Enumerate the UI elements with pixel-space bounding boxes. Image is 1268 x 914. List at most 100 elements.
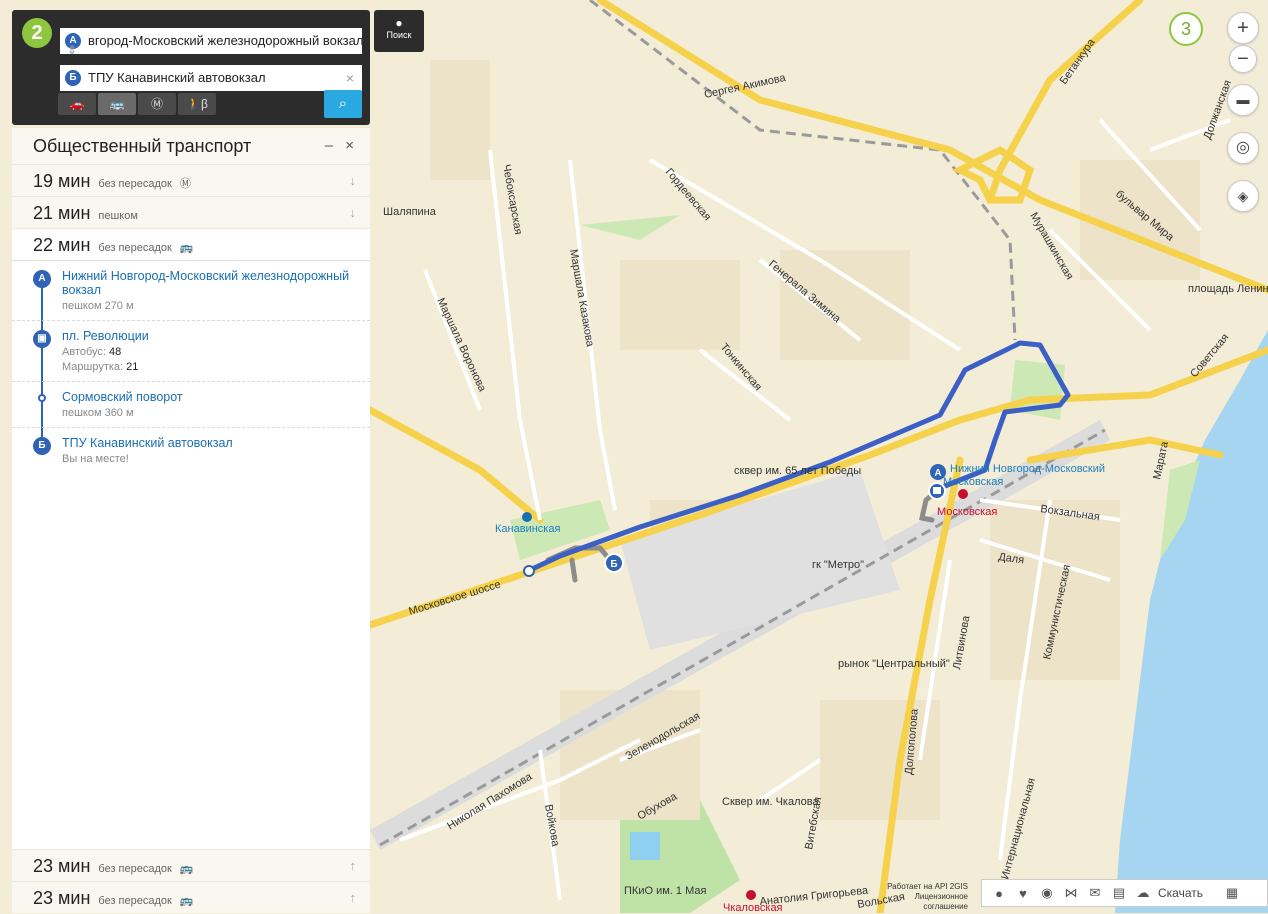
credit-line: Работает на API 2GIS — [887, 882, 968, 891]
step-title: Нижний Новгород-Московский железнодорожн… — [62, 269, 350, 297]
station-label: Чкаловская — [723, 902, 783, 913]
locate-button[interactable]: ◎ — [1227, 132, 1259, 164]
bus-stop-icon: ▣ — [33, 330, 51, 348]
cloud-download-icon[interactable]: ☁ — [1134, 885, 1152, 901]
route-step[interactable]: Б ТПУ Канавинский автовокзал Вы на месте… — [12, 428, 370, 473]
zoom-in-button[interactable]: + — [1227, 12, 1259, 44]
street-label: Сквер им. Чкалова — [722, 796, 819, 808]
panel-controls[interactable]: – × — [325, 137, 358, 154]
walk-icon: 🚶β — [186, 97, 208, 111]
user-icon[interactable]: ● — [990, 886, 1008, 901]
map-marker-b[interactable]: Б — [604, 553, 624, 573]
street-label: сквер им. 65 лет Победы — [734, 465, 861, 477]
layers-icon: ◈ — [1237, 188, 1249, 204]
step-title: пл. Революции — [62, 329, 149, 343]
zoom-out-button[interactable]: − — [1229, 45, 1257, 73]
bus-icon: 🚌 — [179, 242, 194, 254]
bus-icon: 🚌 — [109, 97, 125, 111]
mode-car-button[interactable]: 🚗 — [58, 93, 96, 115]
route-time: 21 мин — [33, 203, 91, 223]
car-icon: 🚗 — [69, 97, 85, 111]
station-label: Нижний Новгород-Московский — [950, 463, 1105, 475]
search-route-button[interactable]: ⌕ — [324, 90, 362, 118]
route-note: без пересадок — [98, 242, 172, 254]
layers-button[interactable]: ◈ — [1227, 180, 1259, 212]
download-button[interactable]: Скачать — [1158, 886, 1203, 900]
from-field[interactable]: А вгород-Московский железнодорожный вокз… — [60, 28, 362, 54]
route-option-selected[interactable]: 22 мин без пересадок 🚌 — [12, 228, 370, 260]
marker-b-icon: Б — [65, 70, 81, 86]
street-label: рынок "Центральный" — [838, 658, 950, 670]
to-field-value: ТПУ Канавинский автовокзал — [88, 70, 266, 85]
route-option[interactable]: 19 мин без пересадок Ⓜ ↓ — [12, 164, 370, 196]
print-icon[interactable]: ▤ — [1110, 885, 1128, 901]
pin-icon: ● — [395, 16, 403, 30]
to-field[interactable]: Б ТПУ Канавинский автовокзал × — [60, 65, 362, 91]
mode-bus-button[interactable]: 🚌 — [98, 93, 136, 115]
station-label: Канавинская — [495, 523, 560, 535]
target-icon: ◎ — [1236, 139, 1250, 156]
step-subtitle: пешком 360 м — [62, 407, 134, 419]
license-link[interactable]: Лицензионное соглашение — [868, 892, 968, 912]
route-steps: А Нижний Новгород-Московский железнодоро… — [12, 260, 370, 473]
expand-arrow-icon[interactable]: ↓ — [350, 173, 357, 188]
clear-icon[interactable]: × — [346, 65, 354, 91]
more-routes: 23 мин без пересадок 🚌 ↑ 23 мин без пере… — [12, 849, 370, 913]
expand-arrow-icon[interactable]: ↓ — [350, 205, 357, 220]
plus-icon: + — [1237, 17, 1249, 39]
svg-text:А: А — [934, 468, 941, 479]
route-step[interactable]: ▣ пл. Революции Автобус: 48 Маршрутка: 2… — [12, 321, 370, 382]
search-icon: ⌕ — [338, 95, 348, 112]
step-subtitle: пешком 270 м — [62, 300, 134, 312]
2gis-logo[interactable]: 2 — [22, 18, 52, 48]
step-title: Сормовский поворот — [62, 390, 183, 404]
metro-icon — [522, 512, 532, 522]
route-option[interactable]: 21 мин пешком ↓ — [12, 196, 370, 228]
search-button-label: Поиск — [386, 30, 412, 40]
step-bus-line: Автобус: 48 — [62, 346, 122, 358]
metro-icon — [958, 489, 968, 499]
mode-walk-button[interactable]: 🚶β — [178, 93, 216, 115]
ruler-button[interactable]: ▬ — [1227, 84, 1259, 116]
route-search-box: 2 А вгород-Московский железнодорожный во… — [12, 10, 370, 125]
ruler-icon: ▬ — [1236, 92, 1250, 107]
route-time: 23 мин — [33, 856, 91, 876]
waypoint-dot-icon — [38, 394, 46, 402]
mail-icon[interactable]: ✉ — [1086, 885, 1104, 901]
metro-icon — [746, 890, 756, 900]
zoom-level-badge: 3 — [1169, 12, 1203, 46]
street-label: площадь Ленина — [1188, 283, 1268, 295]
comment-icon[interactable]: ◉ — [1038, 885, 1056, 901]
route-option[interactable]: 23 мин без пересадок 🚌 ↑ — [12, 849, 370, 881]
step-minibus-line: Маршрутка: 21 — [62, 361, 139, 373]
mode-metro-button[interactable]: Ⓜ — [138, 93, 176, 115]
step-subtitle: Вы на месте! — [62, 453, 129, 465]
heart-icon[interactable]: ♥ — [1014, 886, 1032, 901]
step-title: ТПУ Канавинский автовокзал — [62, 436, 233, 450]
bus-icon: 🚌 — [179, 895, 194, 907]
route-note: без пересадок — [98, 895, 172, 907]
marker-b-icon: Б — [33, 437, 51, 455]
transport-modes: 🚗 🚌 Ⓜ 🚶β — [58, 93, 216, 115]
minus-icon: − — [1237, 48, 1249, 70]
route-option[interactable]: 23 мин без пересадок 🚌 ↑ — [12, 881, 370, 913]
street-label: гк "Метро" — [812, 559, 864, 571]
metro-icon: Ⓜ — [179, 178, 191, 190]
from-field-value: вгород-Московский железнодорожный вокзал — [88, 33, 362, 48]
api-credit[interactable]: Работает на API 2GIS Лицензионное соглаш… — [868, 882, 968, 912]
bottom-toolbar: ● ♥ ◉ ⋈ ✉ ▤ ☁ Скачать ▦ — [981, 879, 1268, 907]
route-note: без пересадок — [98, 178, 172, 190]
collapse-arrow-icon[interactable]: ↑ — [350, 858, 357, 873]
marker-a-icon: А — [33, 270, 51, 288]
swap-icon[interactable]: ⇕ — [67, 43, 77, 57]
notes-icon[interactable]: ▦ — [1223, 885, 1241, 901]
route-time: 22 мин — [33, 235, 91, 255]
street-label: ПКиО им. 1 Мая — [624, 885, 706, 897]
route-step[interactable]: А Нижний Новгород-Московский железнодоро… — [12, 261, 370, 321]
station-label: Московская — [943, 476, 1003, 488]
svg-text:Б: Б — [610, 559, 617, 570]
share-icon[interactable]: ⋈ — [1062, 885, 1080, 901]
route-step[interactable]: Сормовский поворот пешком 360 м — [12, 382, 370, 428]
search-button[interactable]: ● Поиск — [374, 10, 424, 52]
collapse-arrow-icon[interactable]: ↑ — [350, 890, 357, 905]
